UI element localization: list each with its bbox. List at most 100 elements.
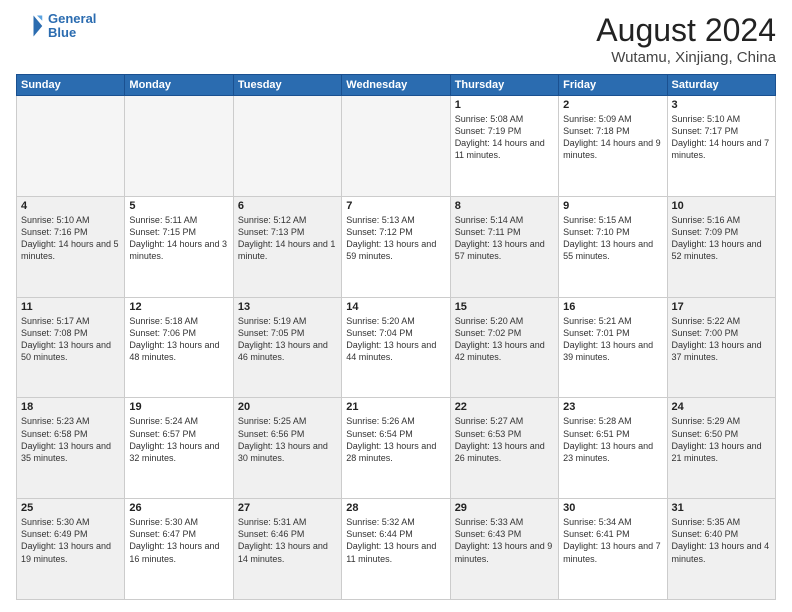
day-info: Sunrise: 5:12 AM Sunset: 7:13 PM Dayligh…: [238, 214, 337, 263]
calendar-cell: [17, 96, 125, 197]
weekday-saturday: Saturday: [667, 75, 775, 96]
calendar-cell: 19Sunrise: 5:24 AM Sunset: 6:57 PM Dayli…: [125, 398, 233, 499]
calendar-cell: 1 Sunrise: 5:08 AM Sunset: 7:19 PM Daylig…: [450, 96, 558, 197]
calendar-cell: [342, 96, 450, 197]
day-info: Sunrise: 5:10 AM Sunset: 7:17 PM Dayligh…: [672, 113, 771, 162]
calendar-cell: 7Sunrise: 5:13 AM Sunset: 7:12 PM Daylig…: [342, 196, 450, 297]
day-number: 2: [563, 99, 662, 111]
calendar-cell: 18 Sunrise: 5:23 AM Sunset: 6:58 PM Dayli…: [17, 398, 125, 499]
day-info: Sunrise: 5:08 AM Sunset: 7:19 PM Dayligh…: [455, 113, 554, 162]
calendar-cell: 27Sunrise: 5:31 AM Sunset: 6:46 PM Dayli…: [233, 499, 341, 600]
calendar-cell: 4Sunrise: 5:10 AM Sunset: 7:16 PM Daylig…: [17, 196, 125, 297]
day-info: Sunrise: 5:33 AM Sunset: 6:43 PM Dayligh…: [455, 516, 554, 565]
day-info: Sunrise: 5:26 AM Sunset: 6:54 PM Dayligh…: [346, 415, 445, 464]
calendar-cell: [233, 96, 341, 197]
day-number: 25: [21, 502, 120, 514]
day-info: Sunrise: 5:14 AM Sunset: 7:11 PM Dayligh…: [455, 214, 554, 263]
day-number: 1: [455, 99, 554, 111]
day-number: 15: [455, 301, 554, 313]
calendar-cell: 20Sunrise: 5:25 AM Sunset: 6:56 PM Dayli…: [233, 398, 341, 499]
week-row-1: 1 Sunrise: 5:08 AM Sunset: 7:19 PM Daylig…: [17, 96, 776, 197]
header: General Blue August 2024 Wutamu, Xinjian…: [16, 12, 776, 66]
page: General Blue August 2024 Wutamu, Xinjian…: [0, 0, 792, 612]
day-number: 18: [21, 401, 120, 413]
weekday-wednesday: Wednesday: [342, 75, 450, 96]
day-number: 13: [238, 301, 337, 313]
logo-line1: General: [48, 11, 96, 26]
weekday-sunday: Sunday: [17, 75, 125, 96]
day-info: Sunrise: 5:30 AM Sunset: 6:47 PM Dayligh…: [129, 516, 228, 565]
title-block: August 2024 Wutamu, Xinjiang, China: [596, 12, 776, 66]
day-info: Sunrise: 5:25 AM Sunset: 6:56 PM Dayligh…: [238, 415, 337, 464]
day-number: 31: [672, 502, 771, 514]
day-info: Sunrise: 5:19 AM Sunset: 7:05 PM Dayligh…: [238, 315, 337, 364]
day-number: 16: [563, 301, 662, 313]
day-number: 14: [346, 301, 445, 313]
calendar-cell: 22 Sunrise: 5:27 AM Sunset: 6:53 PM Dayli…: [450, 398, 558, 499]
day-number: 11: [21, 301, 120, 313]
day-info: Sunrise: 5:09 AM Sunset: 7:18 PM Dayligh…: [563, 113, 662, 162]
week-row-5: 25 Sunrise: 5:30 AM Sunset: 6:49 PM Dayli…: [17, 499, 776, 600]
day-info: Sunrise: 5:20 AM Sunset: 7:02 PM Dayligh…: [455, 315, 554, 364]
calendar-cell: 28 Sunrise: 5:32 AM Sunset: 6:44 PM Dayli…: [342, 499, 450, 600]
calendar-table: SundayMondayTuesdayWednesdayThursdayFrid…: [16, 74, 776, 600]
day-info: Sunrise: 5:30 AM Sunset: 6:49 PM Dayligh…: [21, 516, 120, 565]
calendar-cell: [125, 96, 233, 197]
calendar-cell: 8Sunrise: 5:14 AM Sunset: 7:11 PM Daylig…: [450, 196, 558, 297]
day-info: Sunrise: 5:11 AM Sunset: 7:15 PM Dayligh…: [129, 214, 228, 263]
month-year: August 2024: [596, 12, 776, 49]
week-row-3: 11 Sunrise: 5:17 AM Sunset: 7:08 PM Dayli…: [17, 297, 776, 398]
day-number: 10: [672, 200, 771, 212]
day-info: Sunrise: 5:20 AM Sunset: 7:04 PM Dayligh…: [346, 315, 445, 364]
calendar-cell: 13 Sunrise: 5:19 AM Sunset: 7:05 PM Dayli…: [233, 297, 341, 398]
calendar-cell: 6 Sunrise: 5:12 AM Sunset: 7:13 PM Daylig…: [233, 196, 341, 297]
day-info: Sunrise: 5:27 AM Sunset: 6:53 PM Dayligh…: [455, 415, 554, 464]
day-info: Sunrise: 5:29 AM Sunset: 6:50 PM Dayligh…: [672, 415, 771, 464]
logo-icon: [16, 12, 44, 40]
day-info: Sunrise: 5:21 AM Sunset: 7:01 PM Dayligh…: [563, 315, 662, 364]
day-info: Sunrise: 5:13 AM Sunset: 7:12 PM Dayligh…: [346, 214, 445, 263]
weekday-monday: Monday: [125, 75, 233, 96]
calendar-cell: 23 Sunrise: 5:28 AM Sunset: 6:51 PM Dayli…: [559, 398, 667, 499]
day-number: 29: [455, 502, 554, 514]
day-info: Sunrise: 5:34 AM Sunset: 6:41 PM Dayligh…: [563, 516, 662, 565]
day-number: 24: [672, 401, 771, 413]
day-info: Sunrise: 5:16 AM Sunset: 7:09 PM Dayligh…: [672, 214, 771, 263]
calendar-cell: 11 Sunrise: 5:17 AM Sunset: 7:08 PM Dayli…: [17, 297, 125, 398]
day-info: Sunrise: 5:35 AM Sunset: 6:40 PM Dayligh…: [672, 516, 771, 565]
calendar-cell: 17Sunrise: 5:22 AM Sunset: 7:00 PM Dayli…: [667, 297, 775, 398]
day-number: 21: [346, 401, 445, 413]
calendar-cell: 2 Sunrise: 5:09 AM Sunset: 7:18 PM Daylig…: [559, 96, 667, 197]
logo: General Blue: [16, 12, 96, 41]
calendar-cell: 29 Sunrise: 5:33 AM Sunset: 6:43 PM Dayli…: [450, 499, 558, 600]
day-number: 9: [563, 200, 662, 212]
day-info: Sunrise: 5:17 AM Sunset: 7:08 PM Dayligh…: [21, 315, 120, 364]
day-info: Sunrise: 5:23 AM Sunset: 6:58 PM Dayligh…: [21, 415, 120, 464]
logo-line2: Blue: [48, 25, 76, 40]
day-number: 4: [21, 200, 120, 212]
day-number: 28: [346, 502, 445, 514]
calendar-cell: 10 Sunrise: 5:16 AM Sunset: 7:09 PM Dayli…: [667, 196, 775, 297]
week-row-2: 4Sunrise: 5:10 AM Sunset: 7:16 PM Daylig…: [17, 196, 776, 297]
logo-text: General Blue: [48, 12, 96, 41]
day-number: 23: [563, 401, 662, 413]
day-number: 22: [455, 401, 554, 413]
day-number: 17: [672, 301, 771, 313]
day-number: 3: [672, 99, 771, 111]
calendar-cell: 3 Sunrise: 5:10 AM Sunset: 7:17 PM Daylig…: [667, 96, 775, 197]
day-number: 30: [563, 502, 662, 514]
day-info: Sunrise: 5:15 AM Sunset: 7:10 PM Dayligh…: [563, 214, 662, 263]
week-row-4: 18 Sunrise: 5:23 AM Sunset: 6:58 PM Dayli…: [17, 398, 776, 499]
day-info: Sunrise: 5:28 AM Sunset: 6:51 PM Dayligh…: [563, 415, 662, 464]
weekday-thursday: Thursday: [450, 75, 558, 96]
calendar-cell: 30 Sunrise: 5:34 AM Sunset: 6:41 PM Dayli…: [559, 499, 667, 600]
day-number: 12: [129, 301, 228, 313]
weekday-friday: Friday: [559, 75, 667, 96]
day-info: Sunrise: 5:24 AM Sunset: 6:57 PM Dayligh…: [129, 415, 228, 464]
weekday-tuesday: Tuesday: [233, 75, 341, 96]
day-number: 27: [238, 502, 337, 514]
location: Wutamu, Xinjiang, China: [596, 49, 776, 66]
day-number: 5: [129, 200, 228, 212]
day-info: Sunrise: 5:32 AM Sunset: 6:44 PM Dayligh…: [346, 516, 445, 565]
day-number: 6: [238, 200, 337, 212]
